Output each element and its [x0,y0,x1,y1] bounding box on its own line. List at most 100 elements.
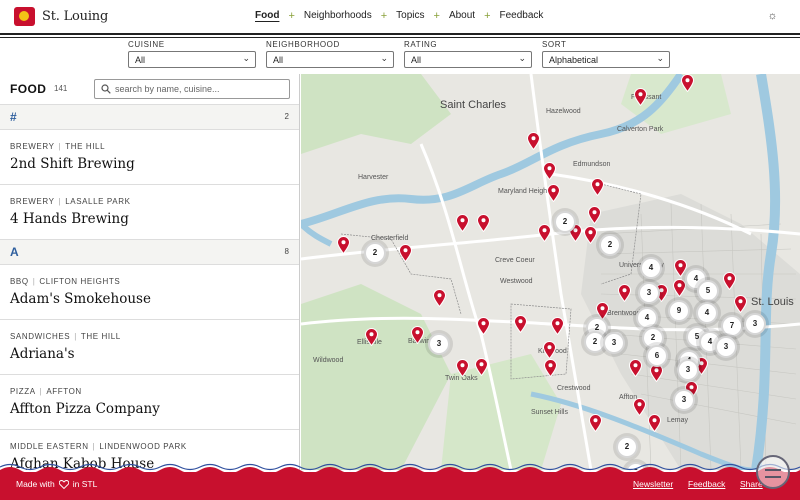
map-pin-icon[interactable] [411,326,424,344]
map-cluster[interactable]: 3 [673,389,695,411]
nav-item-neighborhoods[interactable]: Neighborhoods [304,10,372,21]
map-pin-icon[interactable] [629,359,642,377]
map-cluster[interactable]: 2 [554,211,576,233]
site-footer: Made with in STL Newsletter Feedback Sha… [0,472,800,500]
map-cluster[interactable]: 7 [721,315,743,337]
list-item[interactable]: BBQ | CLIFTON HEIGHTS Adam's Smokehouse [0,265,299,320]
sort-select[interactable]: Alphabetical ⌄ [542,51,670,68]
item-category: SANDWICHES [10,332,71,341]
map-cluster[interactable]: 3 [428,333,450,355]
map-cluster[interactable]: 2 [616,436,638,458]
nav-item-topics[interactable]: Topics [396,10,424,21]
map-pin-icon[interactable] [681,74,694,92]
search-box [94,79,290,99]
map-pin-icon[interactable] [456,214,469,232]
map-cluster[interactable]: 2 [599,234,621,256]
map-cluster[interactable]: 3 [603,332,625,354]
map-cluster[interactable]: 4 [640,257,662,279]
floating-menu-button[interactable] [756,455,790,489]
map-pin-icon[interactable] [633,398,646,416]
rating-select[interactable]: All ⌄ [404,51,532,68]
nav-item-food[interactable]: Food [255,10,279,21]
list-item[interactable]: SANDWICHES | THE HILL Adriana's [0,320,299,375]
item-neighborhood: THE HILL [65,142,106,151]
map-pin-icon[interactable] [648,414,661,432]
map-pin-icon[interactable] [634,88,647,106]
map-label: Harvester [358,174,389,181]
nav-item-feedback[interactable]: Feedback [500,10,544,21]
cuisine-value: All [135,55,146,65]
map-pin-icon[interactable] [543,341,556,359]
map-pin-icon[interactable] [551,317,564,335]
map-pin-icon[interactable] [591,178,604,196]
rating-value: All [411,55,422,65]
list-item[interactable]: BREWERY | LASALLE PARK 4 Hands Brewing [0,185,299,240]
nav-item-about[interactable]: About [449,10,475,21]
section-count: 2 [284,112,289,121]
map-cluster[interactable]: 3 [677,359,699,381]
map-cluster[interactable]: 5 [697,280,719,302]
nav-separator: + [484,9,491,22]
map-pin-icon[interactable] [673,279,686,297]
map-cluster[interactable]: 9 [668,300,690,322]
map-pin-icon[interactable] [527,132,540,150]
map-pin-icon[interactable] [456,359,469,377]
map-label: Saint Charles [440,99,507,111]
search-input[interactable] [115,82,285,96]
map-cluster[interactable]: 6 [646,345,668,367]
heart-icon [58,479,69,489]
map-pin-icon[interactable] [433,289,446,307]
map-pin-icon[interactable] [723,272,736,290]
map-cluster[interactable]: 3 [744,313,766,335]
nav-separator: + [380,9,388,22]
neighborhood-select[interactable]: All ⌄ [266,51,394,68]
map-pin-icon[interactable] [584,226,597,244]
main-nav: Food + Neighborhoods + Topics + About + … [255,10,543,21]
map-pin-icon[interactable] [477,317,490,335]
map-pin-icon[interactable] [365,328,378,346]
map-label: Calverton Park [617,126,664,133]
item-neighborhood: THE HILL [80,332,121,341]
item-meta: BREWERY | THE HILL [10,142,105,151]
list-item[interactable]: BREWERY | THE HILL 2nd Shift Brewing [0,130,299,185]
map-pin-icon[interactable] [399,244,412,262]
map-pin-icon[interactable] [618,284,631,302]
map-pin-icon[interactable] [588,206,601,224]
sun-icon[interactable]: ☼ [766,10,779,23]
nav-separator: + [288,9,295,22]
map-pin-icon[interactable] [547,184,560,202]
map-label: Crestwood [557,385,591,392]
section-header-hash: # 2 [0,105,299,130]
cuisine-label: CUISINE [128,40,165,49]
meta-divider: | [58,142,62,151]
cuisine-select[interactable]: All ⌄ [128,51,256,68]
map-cluster[interactable]: 4 [636,307,658,329]
rating-filter: RATING All ⌄ [404,40,532,68]
list-item[interactable]: PIZZA | AFFTON Affton Pizza Company [0,375,299,430]
map-pin-icon[interactable] [543,162,556,180]
map-pin-icon[interactable] [544,359,557,377]
map-cluster[interactable]: 2 [364,242,386,264]
item-name: 4 Hands Brewing [10,211,129,227]
nav-separator: + [433,9,440,22]
map-pin-icon[interactable] [538,224,551,242]
map-cluster[interactable]: 3 [638,282,660,304]
item-name: Affton Pizza Company [10,401,160,417]
map-pin-icon[interactable] [337,236,350,254]
newsletter-link[interactable]: Newsletter [633,479,673,489]
map-pin-icon[interactable] [514,315,527,333]
map-cluster[interactable]: 4 [696,302,718,324]
map-label: Creve Coeur [495,257,535,264]
rating-label: RATING [404,40,438,49]
map-pin-icon[interactable] [589,414,602,432]
map-label: Hazelwood [546,108,581,115]
site-logo[interactable]: St. Louing [14,7,108,26]
feedback-link[interactable]: Feedback [688,479,725,489]
map-view[interactable]: Saint Charles St. Louis Florissant Hazel… [301,74,800,470]
item-meta: BREWERY | LASALLE PARK [10,197,131,206]
map-pin-icon[interactable] [477,214,490,232]
map-pin-icon[interactable] [475,358,488,376]
map-pin-icon[interactable] [734,295,747,313]
chevron-down-icon: ⌄ [518,53,526,63]
map-cluster[interactable]: 3 [715,336,737,358]
